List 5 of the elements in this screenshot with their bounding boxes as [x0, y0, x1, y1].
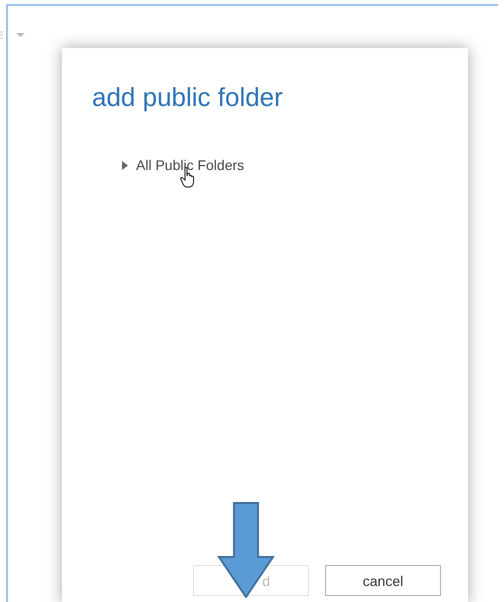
collapsed-caret-icon[interactable] — [122, 160, 128, 170]
dialog-title: add public folder — [92, 82, 284, 113]
cancel-button[interactable]: cancel — [325, 565, 441, 596]
tree-item[interactable]: All Public Folders — [136, 157, 244, 173]
down-arrow-icon — [217, 502, 275, 598]
